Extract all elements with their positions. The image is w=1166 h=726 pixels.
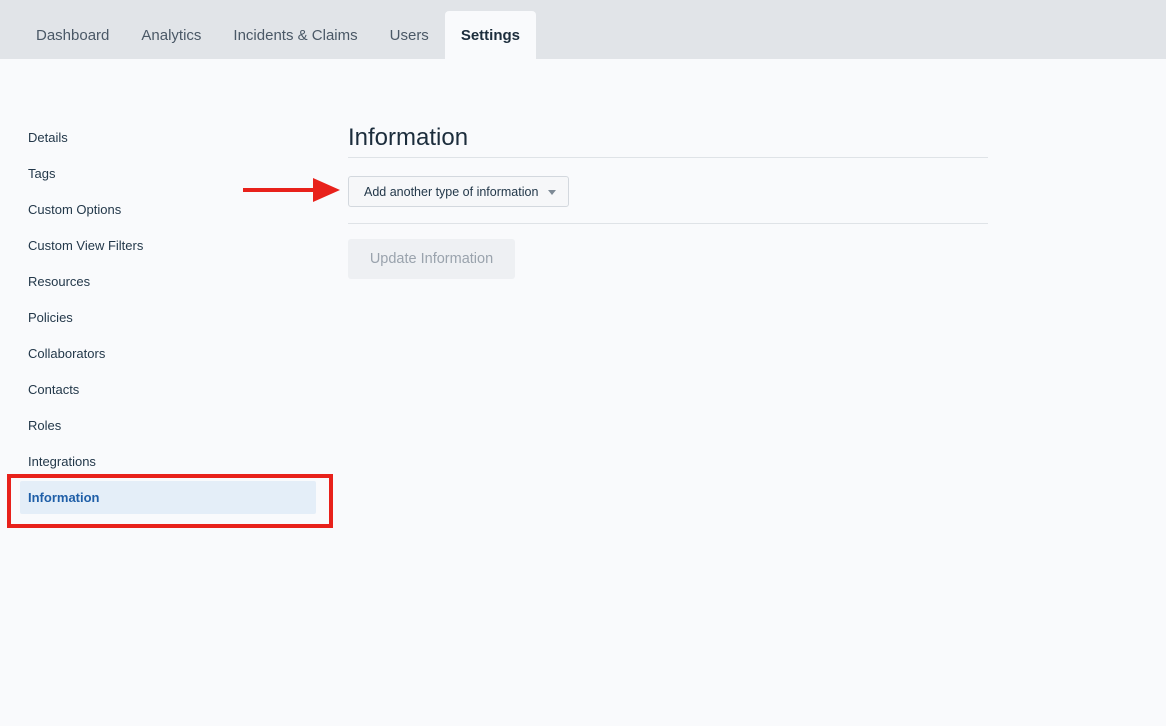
caret-down-icon [548,190,557,195]
add-information-type-label: Add another type of information [364,184,539,199]
top-nav-bar: Dashboard Analytics Incidents & Claims U… [0,0,1166,59]
tab-settings[interactable]: Settings [444,11,536,59]
tab-analytics[interactable]: Analytics [125,11,217,59]
tab-dashboard[interactable]: Dashboard [20,11,125,59]
sidebar-item-resources[interactable]: Resources [20,265,316,298]
annotation-highlight-box [7,474,333,528]
sidebar-item-details[interactable]: Details [20,121,316,154]
main-tabs: Dashboard Analytics Incidents & Claims U… [20,11,536,59]
page-title: Information [348,121,988,158]
tab-incidents-claims[interactable]: Incidents & Claims [217,11,373,59]
sidebar-item-collaborators[interactable]: Collaborators [20,337,316,370]
section-divider [348,223,988,224]
sidebar-item-policies[interactable]: Policies [20,301,316,334]
update-information-button[interactable]: Update Information [348,239,515,279]
sidebar-item-roles[interactable]: Roles [20,409,316,442]
sidebar-item-contacts[interactable]: Contacts [20,373,316,406]
tab-users[interactable]: Users [374,11,445,59]
add-information-type-dropdown[interactable]: Add another type of information [348,176,570,207]
annotation-arrow-icon [243,178,340,202]
sidebar-item-custom-view-filters[interactable]: Custom View Filters [20,229,316,262]
main-content: Information Add another type of informat… [348,121,988,279]
